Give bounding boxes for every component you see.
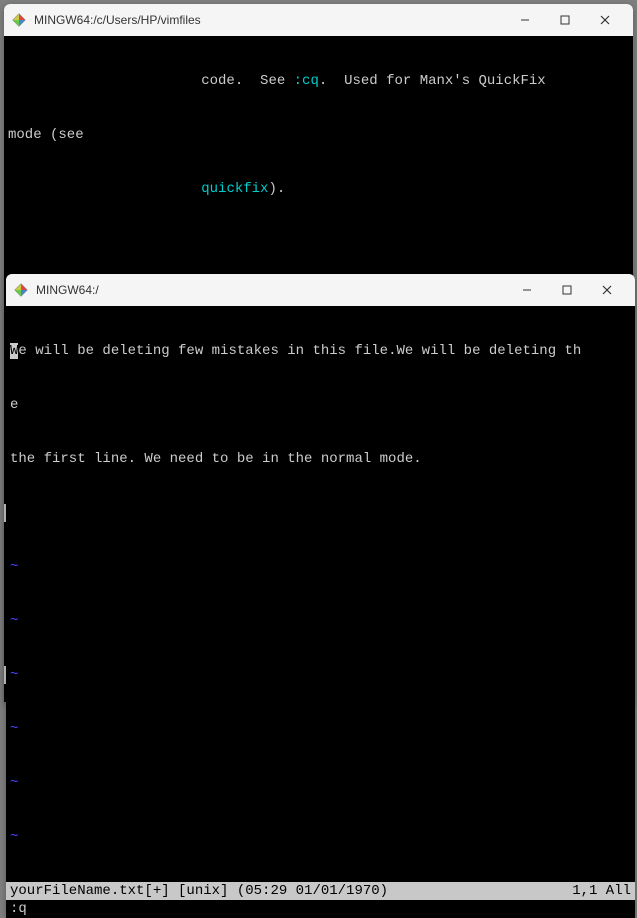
- empty-line-tilde: ~: [10, 720, 631, 738]
- status-position: 1,1 All: [572, 882, 631, 900]
- terminal-content[interactable]: We will be deleting few mistakes in this…: [6, 306, 635, 882]
- minimize-button[interactable]: [507, 274, 547, 306]
- titlebar[interactable]: MINGW64:/c/Users/HP/vimfiles: [4, 4, 633, 36]
- status-filename: yourFileName.txt[+] [unix] (05:29 01/01/…: [10, 882, 572, 900]
- help-text: mode (see: [8, 126, 629, 144]
- app-icon: [14, 283, 28, 297]
- buffer-line: [10, 504, 631, 522]
- help-link-cq: :cq: [294, 73, 319, 89]
- titlebar[interactable]: MINGW64:/: [6, 274, 635, 306]
- close-button[interactable]: [587, 274, 627, 306]
- close-button[interactable]: [585, 4, 625, 36]
- app-icon: [12, 13, 26, 27]
- minimize-button[interactable]: [505, 4, 545, 36]
- help-text: [8, 181, 201, 197]
- help-text: code. See: [8, 73, 294, 89]
- buffer-line: e will be deleting few mistakes in this …: [18, 343, 581, 359]
- buffer-line: e: [10, 396, 631, 414]
- help-text: . Used for Manx's QuickFix: [319, 73, 546, 89]
- empty-line-tilde: ~: [10, 828, 631, 846]
- terminal-window-2: MINGW64:/ We will be deleting few mistak…: [6, 274, 635, 918]
- status-line: yourFileName.txt[+] [unix] (05:29 01/01/…: [6, 882, 635, 900]
- command-text: :q: [10, 901, 27, 917]
- empty-line-tilde: ~: [10, 666, 631, 684]
- help-text: ).: [268, 181, 285, 197]
- empty-line-tilde: ~: [10, 558, 631, 576]
- empty-line-tilde: ~: [10, 774, 631, 792]
- window-controls: [505, 4, 625, 36]
- window-controls: [507, 274, 627, 306]
- command-line[interactable]: :q: [6, 900, 635, 918]
- window-title: MINGW64:/: [36, 283, 507, 297]
- buffer-line: the first line. We need to be in the nor…: [10, 450, 631, 468]
- help-link-quickfix: quickfix: [201, 181, 268, 197]
- maximize-button[interactable]: [545, 4, 585, 36]
- window-title: MINGW64:/c/Users/HP/vimfiles: [34, 13, 505, 27]
- empty-line-tilde: ~: [10, 612, 631, 630]
- maximize-button[interactable]: [547, 274, 587, 306]
